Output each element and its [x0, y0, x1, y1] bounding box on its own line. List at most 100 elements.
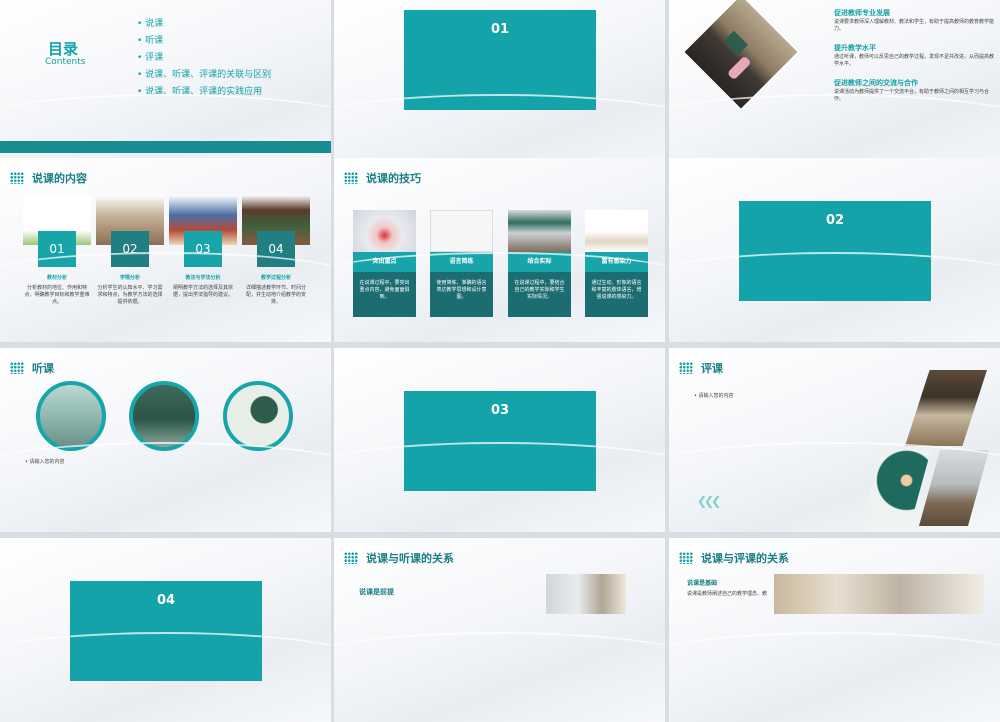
classroom-circle-image — [129, 381, 199, 451]
body-text: 说课是教师阐述自己的教学理念、教 — [687, 591, 768, 597]
section-number: 01 — [490, 22, 510, 37]
section-header: 说课的内容 — [10, 170, 87, 186]
content-placeholder[interactable]: • 请输入您的内容 — [25, 459, 65, 466]
card-image — [353, 210, 416, 252]
skill-card[interactable]: 突出重点 在说课过程中，要突出重点内容，避免面面俱到。 — [353, 210, 416, 317]
content-card[interactable]: 02 学情分析 分析学生的认知水平、学习需求和特点，为教学方法的选择提供依据。 — [96, 195, 164, 306]
content-placeholder[interactable]: • 请输入您的内容 — [694, 393, 734, 400]
toc-item[interactable]: • 评课 — [137, 50, 271, 67]
content-card[interactable]: 04 教学过程分析 详细描述教学环节、时间分配，并生动地介绍教学的安排。 — [242, 195, 310, 306]
photo — [546, 574, 626, 614]
dots-icon — [679, 362, 693, 374]
card-label: 教法与学法分析 — [185, 275, 221, 281]
slide-relation-eval[interactable]: 说课与评课的关系 说课是基础 说课是教师阐述自己的教学理念、教 — [669, 538, 1000, 722]
section-box: 02 — [739, 201, 931, 301]
dots-icon — [10, 172, 24, 184]
card-text: 在说课过程中，要突出重点内容，避免面面俱到。 — [353, 272, 416, 317]
card-text: 分析教材的地位、作用和特点，明确教学目标和教学重难点。 — [24, 285, 90, 305]
section-box: 01 — [404, 10, 596, 110]
slide-section-01[interactable]: 01 — [334, 0, 665, 184]
section-box: 04 — [70, 581, 262, 681]
classroom-circle-image — [36, 381, 106, 451]
card-text: 通过生动、形象的语言和丰富的肢体语言，增强说课的感染力。 — [585, 272, 648, 317]
subheading: 说课是基础 — [687, 580, 718, 587]
section-title: 说课的内容 — [32, 172, 87, 185]
card-text: 分析学生的认知水平、学习需求和特点，为教学方法的选择提供依据。 — [97, 285, 163, 305]
slide-tingke[interactable]: 听课 • 请输入您的内容 — [0, 348, 331, 532]
card-text: 使用简练、准确的语言表达教学思想和设计意图。 — [430, 272, 493, 317]
toc-subtitle: Contents — [45, 57, 86, 67]
card-label: 教学过程分析 — [260, 275, 291, 281]
classroom-photo — [919, 450, 989, 526]
section-title: 听课 — [32, 362, 54, 375]
card-number: 02 — [111, 231, 149, 267]
classroom-photo — [774, 574, 984, 614]
slide-shuoke-content[interactable]: 说课的内容 01 教材分析 分析教材的地位、作用和特点，明确教学目标和教学重难点… — [0, 158, 331, 342]
card-label: 语言简练 — [430, 252, 493, 272]
toc-bottom-bar — [0, 141, 331, 153]
benefit-title: 提升教学水平 — [834, 44, 876, 52]
card-text: 阐明教学方法的选择及其依据，提出学法指导的建议。 — [172, 285, 233, 298]
slide-pingke[interactable]: 评课 • 请输入您的内容 ❮❮❮ — [669, 348, 1000, 532]
skill-card[interactable]: 语言简练 使用简练、准确的语言表达教学思想和设计意图。 — [430, 210, 493, 317]
card-label: 富有感染力 — [585, 252, 648, 272]
card-number: 04 — [257, 231, 295, 267]
subheading: 说课是前提 — [359, 588, 394, 596]
toc-title: 目录 — [48, 40, 79, 58]
teacher-circle-image — [223, 381, 293, 451]
dots-icon — [10, 362, 24, 374]
section-number: 04 — [156, 593, 176, 608]
slide-toc[interactable]: 目录 Contents • 说课 • 听课 • 评课 • 说课、听课、评课的关联… — [0, 0, 331, 184]
toc-list: • 说课 • 听课 • 评课 • 说课、听课、评课的关联与区别 • 说课、听课、… — [137, 16, 271, 101]
card-text: 在说课过程中，要结合自己的教学实际和学生实际情况。 — [508, 272, 571, 317]
section-title: 说课的技巧 — [366, 172, 421, 185]
section-box: 03 — [404, 391, 596, 491]
toc-item[interactable]: • 说课、听课、评课的实践应用 — [137, 84, 271, 101]
slide-grid: 目录 Contents • 说课 • 听课 • 评课 • 说课、听课、评课的关联… — [0, 0, 1000, 722]
content-card[interactable]: 03 教法与学法分析 阐明教学方法的选择及其依据，提出学法指导的建议。 — [169, 195, 237, 299]
slide-shuoke-skills[interactable]: 说课的技巧 突出重点 在说课过程中，要突出重点内容，避免面面俱到。 语言简练 使… — [334, 158, 665, 342]
card-image — [430, 210, 493, 252]
slide-relation-listen[interactable]: 说课与听课的关系 说课是前提 — [334, 538, 665, 722]
section-header: 说课与评课的关系 — [679, 550, 789, 566]
skill-card[interactable]: 结合实际 在说课过程中，要结合自己的教学实际和学生实际情况。 — [508, 210, 571, 317]
dots-icon — [679, 552, 693, 564]
section-header: 说课的技巧 — [344, 170, 421, 186]
section-header: 说课与听课的关系 — [344, 550, 454, 566]
benefit-title: 促进教师之间的交流与合作 — [834, 79, 918, 87]
toc-item[interactable]: • 听课 — [137, 33, 271, 50]
content-card[interactable]: 01 教材分析 分析教材的地位、作用和特点，明确教学目标和教学重难点。 — [23, 195, 91, 306]
card-image — [585, 210, 648, 252]
classroom-photo-diamond — [681, 0, 801, 112]
section-header: 评课 — [679, 360, 723, 376]
card-label: 结合实际 — [508, 252, 571, 272]
benefit-text: 通过听课，教师可以反思自己的教学过程，发现不足并改进，从而提高教学水平。 — [834, 54, 995, 67]
section-number: 03 — [490, 403, 510, 418]
dots-icon — [344, 172, 358, 184]
benefit-text: 说课活动为教师提供了一个交流平台，有助于教师之间的相互学习与合作。 — [834, 89, 990, 102]
card-text: 详细描述教学环节、时间分配，并生动地介绍教学的安排。 — [245, 285, 306, 305]
chevrons-icon: ❮❮❮ — [697, 494, 721, 508]
section-title: 评课 — [701, 362, 723, 375]
card-label: 学情分析 — [119, 275, 140, 281]
dots-icon — [344, 552, 358, 564]
card-image — [508, 210, 571, 252]
teacher-photo — [861, 450, 931, 526]
slide-section-04[interactable]: 04 — [0, 538, 331, 722]
card-label: 教材分析 — [46, 275, 67, 281]
slide-section-02[interactable]: 02 — [669, 158, 1000, 342]
card-number: 01 — [38, 231, 76, 267]
card-number: 03 — [184, 231, 222, 267]
benefit-title: 促进教师专业发展 — [834, 9, 890, 17]
card-label: 突出重点 — [353, 252, 416, 272]
slide-section-03[interactable]: 03 — [334, 348, 665, 532]
section-title: 说课与听课的关系 — [366, 552, 454, 565]
section-number: 02 — [825, 213, 845, 228]
slide-benefits[interactable]: 促进教师专业发展 说课要求教师深入理解教材、教法和学生，有助于提高教师的教育教学… — [669, 0, 1000, 184]
skill-card[interactable]: 富有感染力 通过生动、形象的语言和丰富的肢体语言，增强说课的感染力。 — [585, 210, 648, 317]
section-header: 听课 — [10, 360, 54, 376]
toc-item[interactable]: • 说课 — [137, 16, 271, 33]
toc-item[interactable]: • 说课、听课、评课的关联与区别 — [137, 67, 271, 84]
section-title: 说课与评课的关系 — [701, 552, 789, 565]
classroom-photo — [905, 370, 987, 446]
